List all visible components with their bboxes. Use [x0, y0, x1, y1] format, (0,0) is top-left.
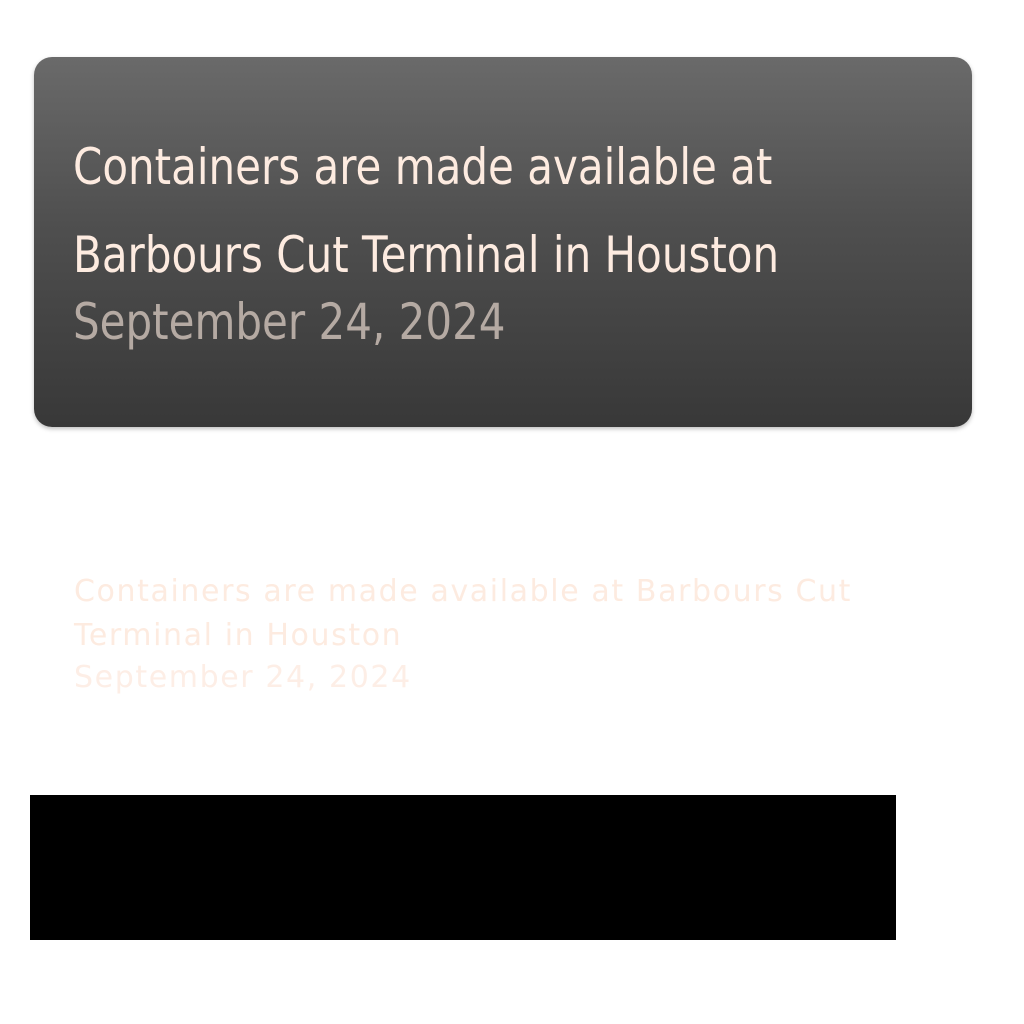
faded-news-caption: Containers are made available at Barbour…: [74, 570, 954, 698]
black-bar: [30, 795, 896, 940]
faded-news-date: September 24, 2024: [74, 660, 412, 695]
faded-news-title: Containers are made available at Barbour…: [74, 574, 853, 653]
news-title[interactable]: Containers are made available at Barbour…: [73, 123, 955, 299]
news-date: September 24, 2024: [73, 293, 506, 351]
news-card[interactable]: Containers are made available at Barbour…: [34, 57, 972, 427]
